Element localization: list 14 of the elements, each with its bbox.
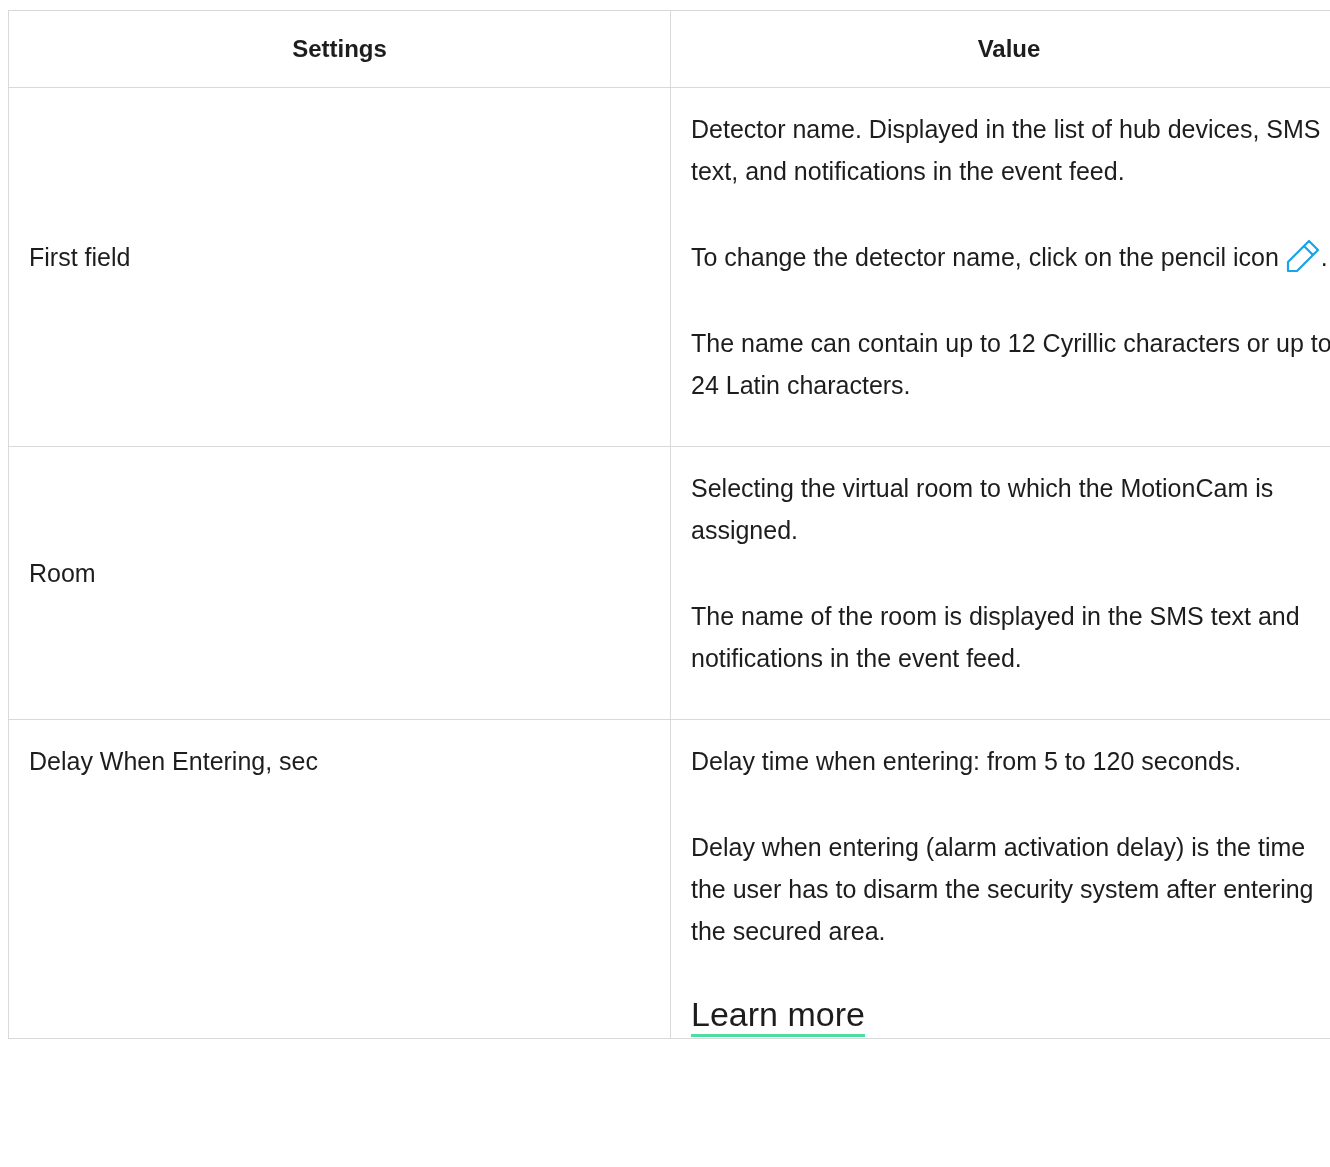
pencil-icon (1284, 238, 1321, 274)
learn-more-link[interactable]: Learn more (691, 994, 865, 1037)
description-text: Delay when entering (alarm activation delay) is the time the user has to disarm the security system after entering the secured area. (691, 832, 1315, 947)
column-header: Settings (8, 10, 671, 88)
description-text: Delay time when entering: from 5 to 120 seconds. (691, 746, 1243, 777)
setting-name: Delay When Entering, sec (8, 719, 671, 1039)
description-text: To change the detector name, click on the pencil icon . (691, 236, 1330, 278)
setting-name: First field (8, 87, 671, 447)
description-text: The name of the room is displayed in the SMS text and notifications in the event feed. (691, 601, 1301, 674)
column-header: Value (670, 10, 1330, 88)
description-text: Selecting the virtual room to which the MotionCam is assigned. (691, 473, 1275, 546)
description-text: Detector name. Displayed in the list of hub devices, SMS text, and notifications in the event feed. (691, 114, 1322, 187)
description-text: The name can contain up to 12 Cyrillic characters or up to 24 Latin characters. (691, 328, 1330, 401)
setting-name: Room (8, 446, 671, 720)
